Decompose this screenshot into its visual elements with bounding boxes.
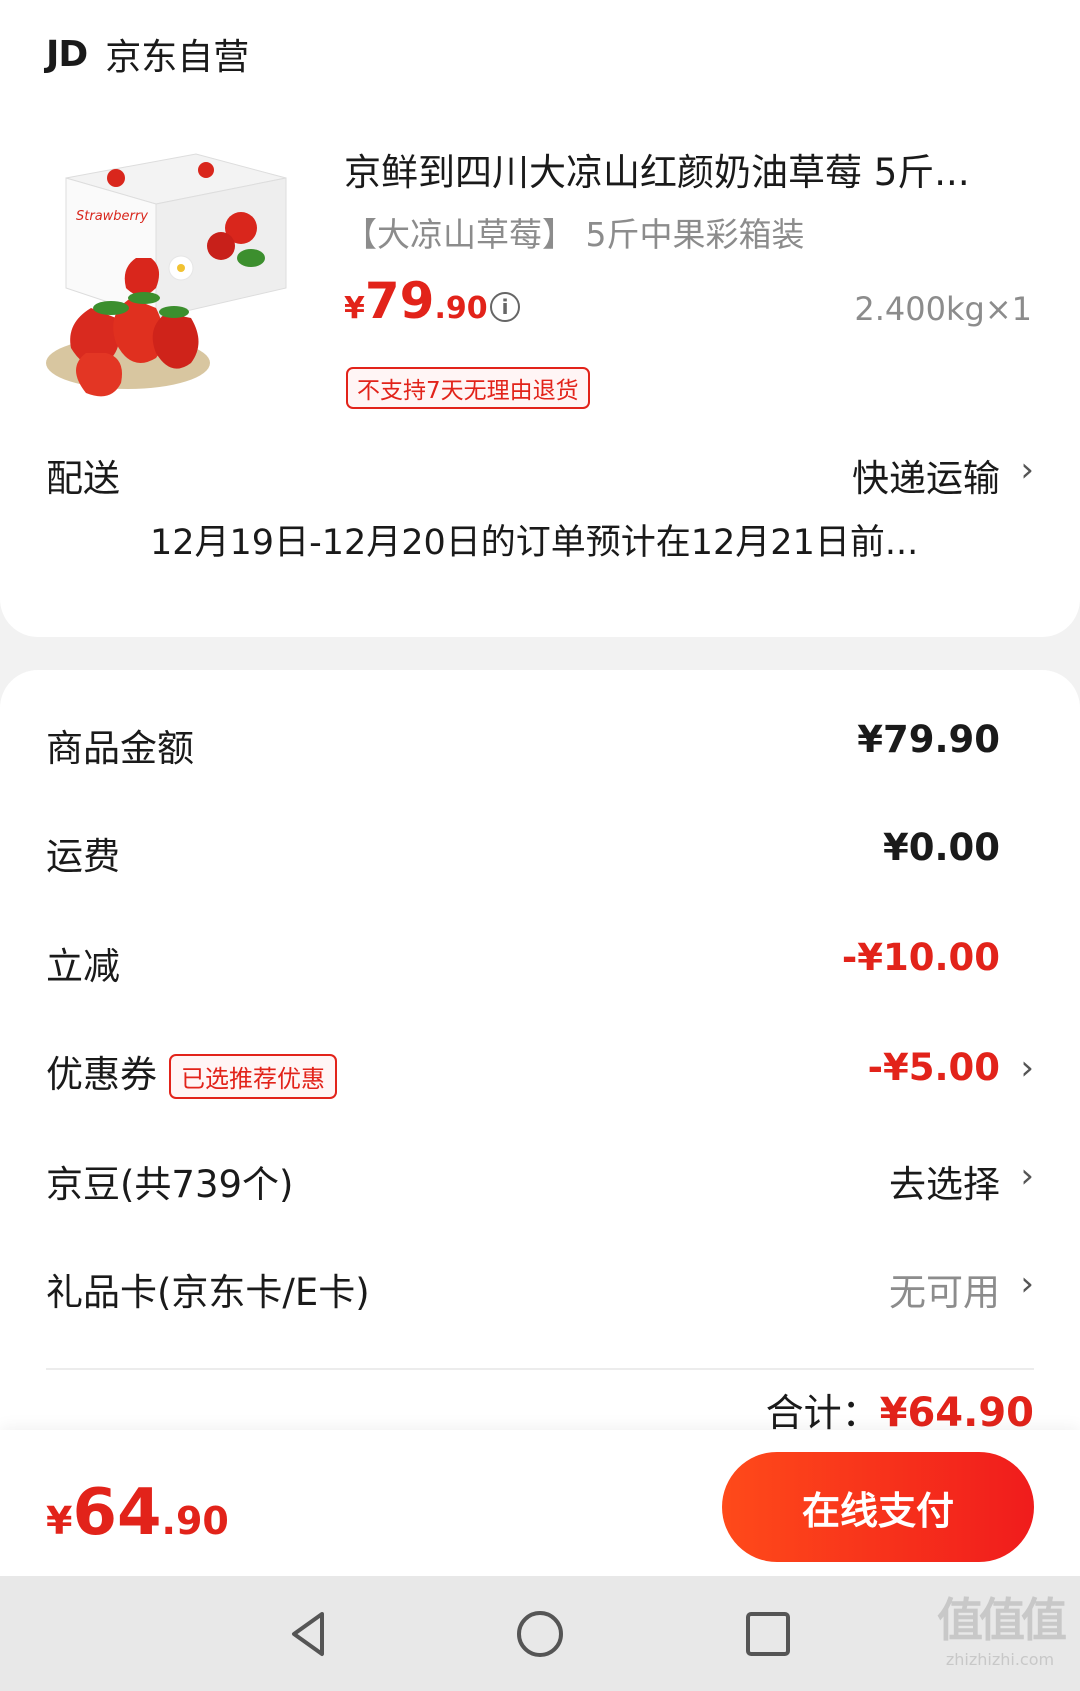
chevron-right-icon[interactable]: › [1020,1048,1034,1088]
goods-amount-label: 商品金额 [46,727,194,770]
discount-label: 立减 [46,945,120,988]
delivery-note: 12月19日-12月20日的订单预计在12月21日前... [150,523,919,563]
home-icon[interactable] [510,1604,570,1664]
store-header[interactable]: JD 京东自营 [46,28,249,80]
shipping-value: ¥0.00 [882,826,1000,869]
delivery-method[interactable]: 快递运输 [852,448,1000,502]
shipping-label: 运费 [46,835,120,878]
watermark-logo: 值值值 [937,1593,1067,1647]
jd-beans-label: 京豆(共739个) [46,1163,294,1206]
price-integer: 79 [364,272,435,330]
pay-online-button[interactable]: 在线支付 [722,1452,1034,1562]
checkout-integer: 64 [72,1476,162,1550]
recents-icon[interactable] [738,1604,798,1664]
coupon-value[interactable]: -¥5.00 [868,1046,1000,1089]
order-summary-card: 商品金额 ¥79.90 运费 ¥0.00 立减 -¥10.00 优惠券 已选推荐优… [0,670,1080,1430]
product-weight: 2.400kg×1 [854,290,1032,328]
coupon-label: 优惠券 [46,1053,157,1096]
divider [46,1368,1034,1370]
total-row: 合计：¥64.90 [766,1382,1034,1430]
chevron-right-icon[interactable]: › [1020,1156,1034,1196]
checkout-decimal: .90 [161,1499,229,1543]
jd-beans-value[interactable]: 去选择 [889,1154,1000,1208]
jd-logo: JD [46,33,88,75]
price-currency: ¥ [344,291,365,326]
product-title[interactable]: 京鲜到四川大凉山红颜奶油草莓 5斤... [344,142,1024,196]
store-name: 京东自营 [105,37,250,78]
checkout-currency: ¥ [46,1499,73,1543]
checkout-bar: ¥ 64 .90 在线支付 [0,1430,1080,1576]
price-decimal: .90 [434,291,488,326]
delivery-label: 配送 [46,457,120,500]
system-nav-bar: 值值值 zhizhizhi.com [0,1576,1080,1691]
discount-value: -¥10.00 [841,936,1000,979]
checkout-total: ¥ 64 .90 [46,1476,229,1550]
product-image[interactable]: Strawberry [46,148,310,410]
gift-card-label: 礼品卡(京东卡/E卡) [46,1271,370,1314]
watermark: 值值值 zhizhizhi.com [932,1584,1068,1669]
product-price: ¥ 79 .90 [344,272,488,330]
svg-text:Strawberry: Strawberry [76,209,148,224]
chevron-right-icon[interactable]: › [1020,1264,1034,1304]
product-card: JD 京东自营 Strawberry 京鲜到四川大凉山红颜奶油草莓 5斤... … [0,0,1080,637]
gift-card-value[interactable]: 无可用 [889,1262,1000,1316]
goods-amount-value: ¥79.90 [857,718,1000,761]
back-icon[interactable] [280,1604,340,1664]
coupon-row[interactable]: 优惠券 已选推荐优惠 [46,1044,337,1099]
info-icon[interactable]: i [490,292,520,322]
coupon-tag: 已选推荐优惠 [169,1054,337,1099]
watermark-url: zhizhizhi.com [945,1650,1055,1669]
total-value: ¥64.90 [879,1390,1034,1430]
product-spec: 【大凉山草莓】 5斤中果彩箱装 [344,215,805,254]
total-label: 合计： [765,1391,880,1430]
chevron-right-icon[interactable]: › [1020,450,1034,490]
no-return-tag: 不支持7天无理由退货 [346,367,590,409]
